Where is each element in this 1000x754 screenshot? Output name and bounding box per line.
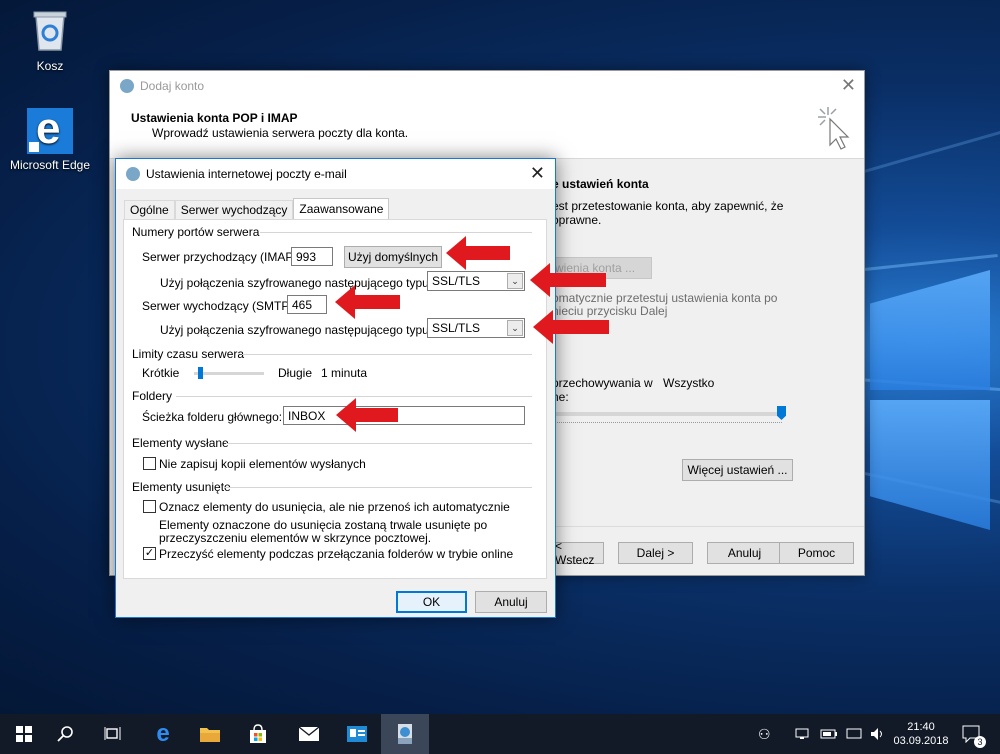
annotation-arrow: [533, 310, 609, 344]
task-view-icon[interactable]: [89, 714, 137, 754]
display-icon[interactable]: [846, 714, 862, 754]
volume-icon[interactable]: [870, 714, 886, 754]
clock[interactable]: 21:40 03.09.2018: [893, 714, 949, 754]
network-icon[interactable]: [795, 714, 811, 754]
people-app-icon[interactable]: [333, 714, 381, 754]
annotation-arrows: [335, 236, 609, 432]
file-explorer-icon[interactable]: [186, 714, 234, 754]
store-icon[interactable]: [234, 714, 282, 754]
people-icon[interactable]: ⚇: [758, 714, 771, 754]
clock-time: 21:40: [907, 721, 935, 733]
annotation-arrow: [530, 263, 606, 297]
mail-icon[interactable]: [285, 714, 333, 754]
annotation-arrow: [446, 236, 510, 270]
annotation-arrow: [336, 398, 398, 432]
notification-badge: 3: [974, 736, 986, 748]
battery-icon[interactable]: [820, 714, 838, 754]
edge-icon[interactable]: e: [139, 714, 187, 754]
search-icon[interactable]: [42, 714, 90, 754]
clock-date: 03.09.2018: [893, 735, 949, 747]
annotation-arrow: [335, 285, 400, 319]
mail-setup-icon[interactable]: [381, 714, 429, 754]
notification-center-icon[interactable]: 3: [962, 714, 986, 754]
start-icon[interactable]: [0, 714, 48, 754]
